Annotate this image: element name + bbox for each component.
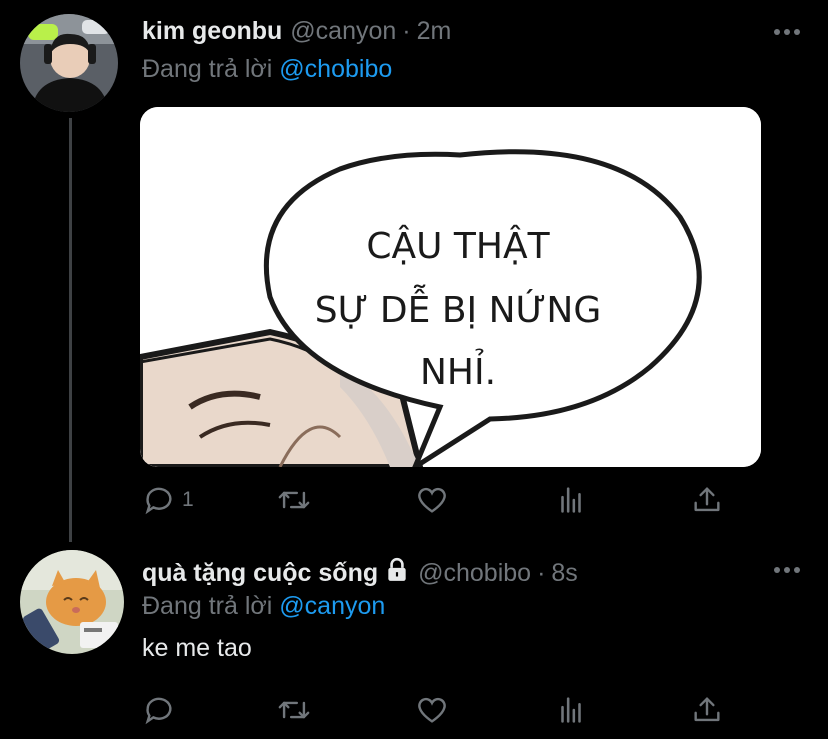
reply-button[interactable] bbox=[142, 690, 176, 730]
share-icon bbox=[694, 697, 720, 722]
reply-icon bbox=[145, 697, 172, 725]
replying-mention[interactable]: @canyon bbox=[279, 592, 385, 620]
timestamp[interactable]: 2m bbox=[417, 17, 452, 46]
share-button[interactable] bbox=[690, 690, 724, 730]
retweet-icon bbox=[278, 701, 310, 719]
handle[interactable]: @canyon bbox=[290, 17, 396, 46]
display-name[interactable]: kim geonbu bbox=[142, 17, 282, 46]
replying-prefix: Đang trả lời bbox=[142, 55, 273, 83]
separator: · bbox=[402, 17, 411, 45]
more-icon[interactable] bbox=[774, 28, 800, 36]
share-icon bbox=[694, 487, 720, 512]
analytics-icon bbox=[561, 487, 581, 513]
lock-icon bbox=[384, 557, 410, 590]
separator: · bbox=[537, 559, 546, 587]
analytics-button[interactable] bbox=[554, 690, 588, 730]
tweet-header: kim geonbu @canyon · 2m bbox=[142, 17, 451, 46]
replying-to: Đang trả lời @chobibo bbox=[142, 55, 392, 84]
thread-connector-line bbox=[69, 118, 72, 542]
share-button[interactable] bbox=[690, 480, 724, 520]
replying-prefix: Đang trả lời bbox=[142, 592, 273, 620]
analytics-icon bbox=[561, 697, 581, 723]
like-button[interactable] bbox=[415, 690, 449, 730]
replying-to: Đang trả lời @canyon bbox=[142, 592, 385, 621]
retweet-button[interactable] bbox=[277, 480, 311, 520]
like-icon bbox=[418, 487, 446, 513]
analytics-button[interactable] bbox=[554, 480, 588, 520]
retweet-button[interactable] bbox=[277, 690, 311, 730]
tweet-text: ke me tao bbox=[142, 634, 252, 662]
avatar[interactable] bbox=[20, 550, 124, 654]
reply-icon bbox=[145, 487, 172, 515]
replying-mention[interactable]: @chobibo bbox=[279, 55, 392, 83]
tweet-media-image[interactable]: CẬU THẬT SỰ DỄ BỊ NỨNG NHỈ. bbox=[140, 107, 761, 467]
retweet-icon bbox=[278, 491, 310, 509]
reply-button[interactable]: 1 bbox=[142, 480, 194, 520]
speech-line-1: CẬU THẬT bbox=[366, 225, 550, 267]
speech-line-2: SỰ DỄ BỊ NỨNG bbox=[315, 284, 602, 331]
tweet-actions bbox=[142, 690, 762, 730]
like-button[interactable] bbox=[415, 480, 449, 520]
display-name[interactable]: quà tặng cuộc sống bbox=[142, 559, 378, 588]
avatar[interactable] bbox=[20, 14, 118, 112]
speech-line-3: NHỈ. bbox=[420, 348, 496, 393]
tweet-header: quà tặng cuộc sống @chobibo · 8s bbox=[142, 557, 578, 590]
handle[interactable]: @chobibo bbox=[418, 559, 531, 588]
tweet-actions: 1 bbox=[142, 480, 762, 520]
more-icon[interactable] bbox=[774, 566, 800, 574]
timestamp[interactable]: 8s bbox=[551, 559, 577, 588]
like-icon bbox=[418, 697, 446, 723]
reply-count: 1 bbox=[182, 488, 194, 511]
